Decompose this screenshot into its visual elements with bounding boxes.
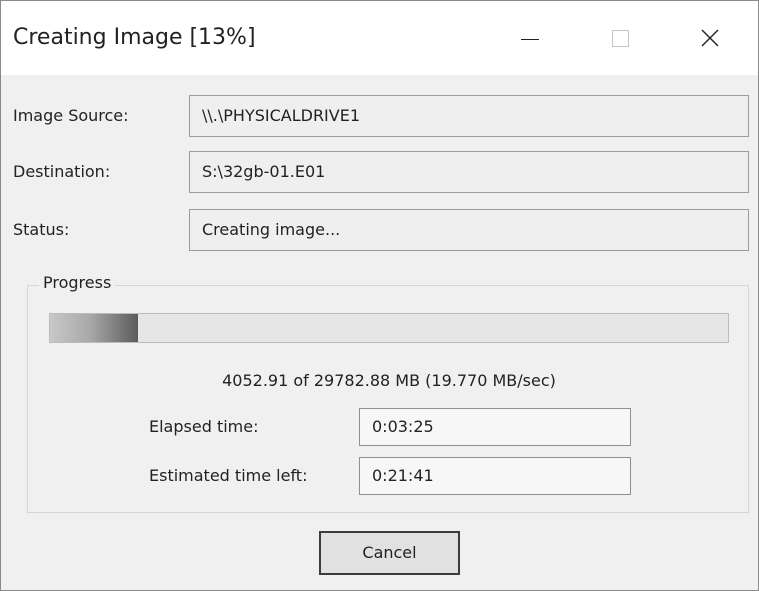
progress-summary: 4052.91 of 29782.88 MB (19.770 MB/sec)	[222, 371, 556, 390]
progress-group-title: Progress	[39, 273, 116, 292]
minimize-button[interactable]	[485, 1, 575, 75]
window-title: Creating Image [13%]	[13, 25, 256, 50]
maximize-button	[575, 1, 665, 75]
progress-bar-fill	[50, 314, 139, 342]
image-source-field: \\.\PHYSICALDRIVE1	[189, 95, 749, 137]
title-bar[interactable]: Creating Image [13%]	[1, 1, 758, 75]
status-field: Creating image...	[189, 209, 749, 251]
elapsed-time-field: 0:03:25	[359, 408, 631, 446]
dialog-window: Creating Image [13%] Image Source: \\.\P…	[0, 0, 759, 591]
destination-label: Destination:	[13, 162, 111, 181]
progress-bar	[49, 313, 729, 343]
image-source-label: Image Source:	[13, 106, 129, 125]
close-icon	[701, 29, 719, 47]
maximize-icon	[611, 29, 629, 47]
cancel-button[interactable]: Cancel	[319, 531, 460, 575]
close-button[interactable]	[665, 1, 755, 75]
destination-field: S:\32gb-01.E01	[189, 151, 749, 193]
elapsed-time-label: Elapsed time:	[149, 417, 259, 436]
estimated-time-left-field: 0:21:41	[359, 457, 631, 495]
status-label: Status:	[13, 220, 70, 239]
estimated-time-left-label: Estimated time left:	[149, 466, 308, 485]
minimize-icon	[521, 38, 539, 40]
